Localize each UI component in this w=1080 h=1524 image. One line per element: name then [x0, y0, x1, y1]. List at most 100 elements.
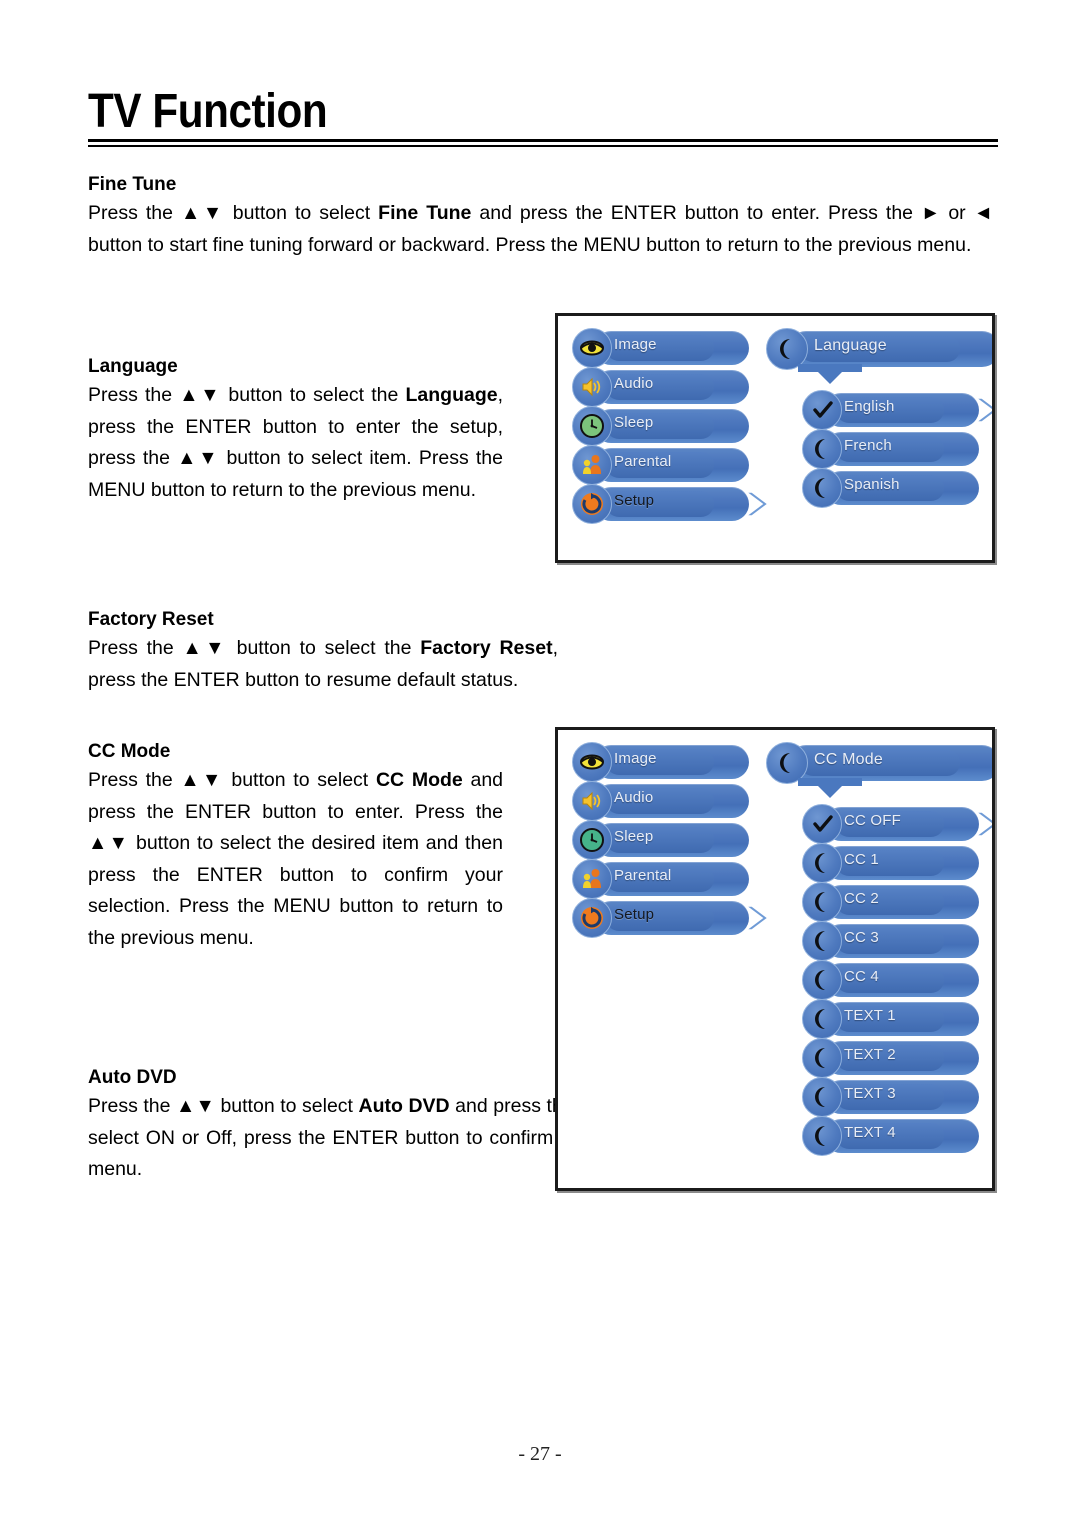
figure-cc-mode-menu: Image Audio Sleep Parental Setup CC Mode…: [555, 727, 995, 1191]
eye-icon: [572, 742, 612, 782]
cc-option-cc-off[interactable]: CC OFF: [802, 804, 992, 844]
text-run: button to select: [214, 1095, 359, 1117]
check-bullet-icon: [802, 804, 842, 844]
osd-item-image[interactable]: Image: [572, 742, 752, 782]
text-run: button to select: [223, 769, 376, 791]
osd-item-label: Image: [614, 750, 657, 767]
emphasis-run: Auto DVD: [358, 1095, 450, 1117]
section-body-language: Press the ▲▼ button to select the Langua…: [88, 380, 503, 506]
section-body-fine-tune: Press the ▲▼ button to select Fine Tune …: [88, 198, 993, 261]
refresh-icon: [572, 898, 612, 938]
moon-bullet-icon: [802, 1077, 842, 1117]
osd-item-setup[interactable]: Setup: [572, 484, 770, 524]
language-option-label: Spanish: [844, 476, 900, 493]
page-title: TV Function: [88, 85, 328, 138]
section-body-cc-mode: Press the ▲▼ button to select CC Mode an…: [88, 765, 503, 954]
text-run: button to select the: [221, 384, 406, 406]
cc-option-text-4[interactable]: TEXT 4: [802, 1116, 982, 1156]
speaker-icon: [572, 781, 612, 821]
cc-option-label: TEXT 1: [844, 1007, 896, 1024]
osd-item-label: Sleep: [614, 828, 654, 845]
language-option-spanish[interactable]: Spanish: [802, 468, 982, 508]
right-arrow-glyph: ►: [921, 202, 941, 224]
section-heading-fine-tune: Fine Tune: [88, 174, 177, 195]
clock-icon: [572, 406, 612, 446]
updown-arrows-glyph: ▲▼: [88, 832, 130, 854]
osd-item-sleep[interactable]: Sleep: [572, 820, 752, 860]
osd-item-label: Sleep: [614, 414, 654, 431]
language-option-label: French: [844, 437, 892, 454]
osd-item-parental[interactable]: Parental: [572, 859, 752, 899]
updown-arrows-glyph: ▲▼: [177, 447, 220, 469]
text-run: Press the: [88, 769, 181, 791]
moon-bullet-icon: [802, 999, 842, 1039]
updown-arrows-glyph: ▲▼: [179, 384, 222, 406]
title-rule-lower: [88, 145, 998, 147]
osd-item-label: Parental: [614, 453, 672, 470]
text-run: Press the: [88, 202, 181, 224]
cc-option-label: CC 3: [844, 929, 879, 946]
figure-language-menu: Image Audio Sleep Parental Setup Languag…: [555, 313, 995, 563]
cc-option-label: CC 2: [844, 890, 879, 907]
osd-item-label: Parental: [614, 867, 672, 884]
main-menu-column: Image Audio Sleep Parental Setup: [572, 742, 770, 938]
osd-item-setup[interactable]: Setup: [572, 898, 770, 938]
text-run: Press the: [88, 1095, 177, 1117]
moon-bullet-icon: [802, 882, 842, 922]
updown-arrows-glyph: ▲▼: [180, 202, 225, 224]
updown-arrows-glyph: ▲▼: [182, 637, 228, 659]
emphasis-run: Factory Reset: [420, 637, 553, 659]
main-menu-column: Image Audio Sleep Parental Setup: [572, 328, 770, 524]
submenu-pointer-arrow: [814, 782, 846, 798]
osd-item-parental[interactable]: Parental: [572, 445, 752, 485]
eye-icon: [572, 328, 612, 368]
emphasis-run: CC Mode: [375, 769, 463, 791]
submenu-pointer-arrow: [814, 368, 846, 384]
cc-option-cc-1[interactable]: CC 1: [802, 843, 982, 883]
moon-bullet-icon: [802, 1038, 842, 1078]
language-option-label: English: [844, 398, 895, 415]
moon-bullet-icon: [802, 429, 842, 469]
text-run: button to select: [224, 202, 379, 224]
osd-item-label: Setup: [614, 492, 655, 509]
cc-option-cc-2[interactable]: CC 2: [802, 882, 982, 922]
cc-options-list: CC OFF CC 1 CC 2 CC 3 CC 4 TEXT 1 TEXT 2…: [802, 804, 992, 1156]
osd-item-audio[interactable]: Audio: [572, 781, 752, 821]
osd-item-sleep[interactable]: Sleep: [572, 406, 752, 446]
people-icon: [572, 445, 612, 485]
people-icon: [572, 859, 612, 899]
section-heading-cc-mode: CC Mode: [88, 741, 171, 762]
chevron-right-icon: [970, 392, 992, 428]
text-run: button to start fine tuning forward or b…: [88, 233, 972, 256]
cc-option-label: TEXT 3: [844, 1085, 896, 1102]
refresh-icon: [572, 484, 612, 524]
text-run: or: [940, 202, 974, 224]
osd-item-image[interactable]: Image: [572, 328, 752, 368]
moon-bullet-icon: [802, 921, 842, 961]
moon-bullet-icon: [802, 1116, 842, 1156]
cc-option-cc-4[interactable]: CC 4: [802, 960, 982, 1000]
moon-bullet-icon: [802, 960, 842, 1000]
cc-option-text-3[interactable]: TEXT 3: [802, 1077, 982, 1117]
chevron-right-icon: [740, 900, 776, 936]
page-title-block: TV Function: [88, 86, 998, 147]
language-options-list: English French Spanish: [802, 390, 992, 508]
cc-submenu-column: CC Mode CC OFF CC 1 CC 2 CC 3 CC 4 TEXT …: [766, 742, 992, 1156]
text-run: Press the: [88, 384, 180, 406]
cc-option-text-1[interactable]: TEXT 1: [802, 999, 982, 1039]
submenu-header-language: Language: [766, 328, 992, 384]
cc-option-cc-3[interactable]: CC 3: [802, 921, 982, 961]
cc-option-text-2[interactable]: TEXT 2: [802, 1038, 982, 1078]
osd-item-label: Setup: [614, 906, 655, 923]
section-language: Language Press the ▲▼ button to select t…: [88, 354, 503, 506]
cc-option-label: TEXT 4: [844, 1124, 896, 1141]
updown-arrows-glyph: ▲▼: [180, 769, 224, 791]
osd-item-label: Audio: [614, 789, 654, 806]
language-option-english[interactable]: English: [802, 390, 992, 430]
language-submenu-column: Language English French Spanish: [766, 328, 992, 508]
language-option-french[interactable]: French: [802, 429, 982, 469]
text-run: button to select the: [227, 637, 421, 659]
emphasis-run: Fine Tune: [378, 202, 472, 224]
osd-item-audio[interactable]: Audio: [572, 367, 752, 407]
chevron-right-icon: [740, 486, 776, 522]
